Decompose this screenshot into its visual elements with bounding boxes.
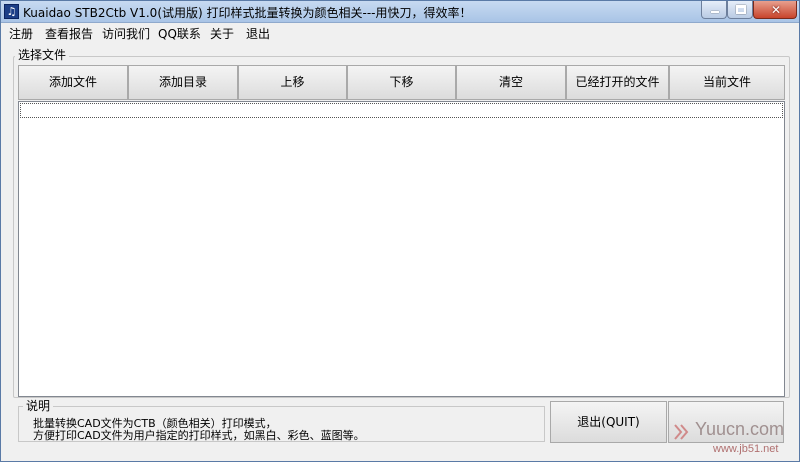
menu-view-report[interactable]: 查看报告 [45, 25, 93, 42]
maximize-icon [736, 5, 746, 14]
add-file-button[interactable]: 添加文件 [18, 65, 128, 100]
title-bar[interactable]: ♫ Kuaidao STB2Ctb V1.0(试用版) 打印样式批量转换为颜色相… [1, 1, 799, 23]
description-line-2: 方便打印CAD文件为用户指定的打印样式，如黑白、彩色、蓝图等。 [33, 429, 365, 442]
file-list[interactable] [18, 101, 785, 397]
clear-button[interactable]: 清空 [456, 65, 566, 100]
menu-register[interactable]: 注册 [9, 25, 33, 42]
close-button[interactable]: ✕ [753, 1, 797, 19]
opened-files-button[interactable]: 已经打开的文件 [566, 65, 669, 100]
watermark-logo-icon [674, 424, 689, 440]
menu-visit-us[interactable]: 访问我们 [102, 25, 150, 42]
current-file-button[interactable]: 当前文件 [669, 65, 785, 100]
file-selection-legend: 选择文件 [15, 48, 70, 62]
close-icon: ✕ [770, 3, 782, 17]
list-focus-row[interactable] [20, 103, 783, 118]
menu-exit[interactable]: 退出 [246, 25, 270, 42]
add-directory-button[interactable]: 添加目录 [128, 65, 238, 100]
minimize-button[interactable] [701, 1, 727, 19]
description-legend: 说明 [23, 399, 54, 413]
watermark-subtext: www.jb51.net [713, 443, 779, 455]
menu-qq-contact[interactable]: QQ联系 [158, 25, 201, 42]
minimize-icon [711, 11, 719, 13]
menu-bar: 注册 查看报告 访问我们 QQ联系 关于 退出 [1, 23, 799, 42]
app-window: ♫ Kuaidao STB2Ctb V1.0(试用版) 打印样式批量转换为颜色相… [0, 0, 800, 462]
window-title: Kuaidao STB2Ctb V1.0(试用版) 打印样式批量转换为颜色相关-… [23, 6, 472, 20]
quit-button[interactable]: 退出(QUIT) [550, 401, 667, 443]
maximize-button[interactable] [727, 1, 753, 19]
app-icon: ♫ [4, 4, 19, 19]
move-down-button[interactable]: 下移 [347, 65, 456, 100]
watermark: Yuucn.com www.jb51.net [673, 419, 797, 459]
menu-about[interactable]: 关于 [210, 25, 234, 42]
move-up-button[interactable]: 上移 [238, 65, 347, 100]
watermark-text: Yuucn.com [695, 419, 785, 439]
